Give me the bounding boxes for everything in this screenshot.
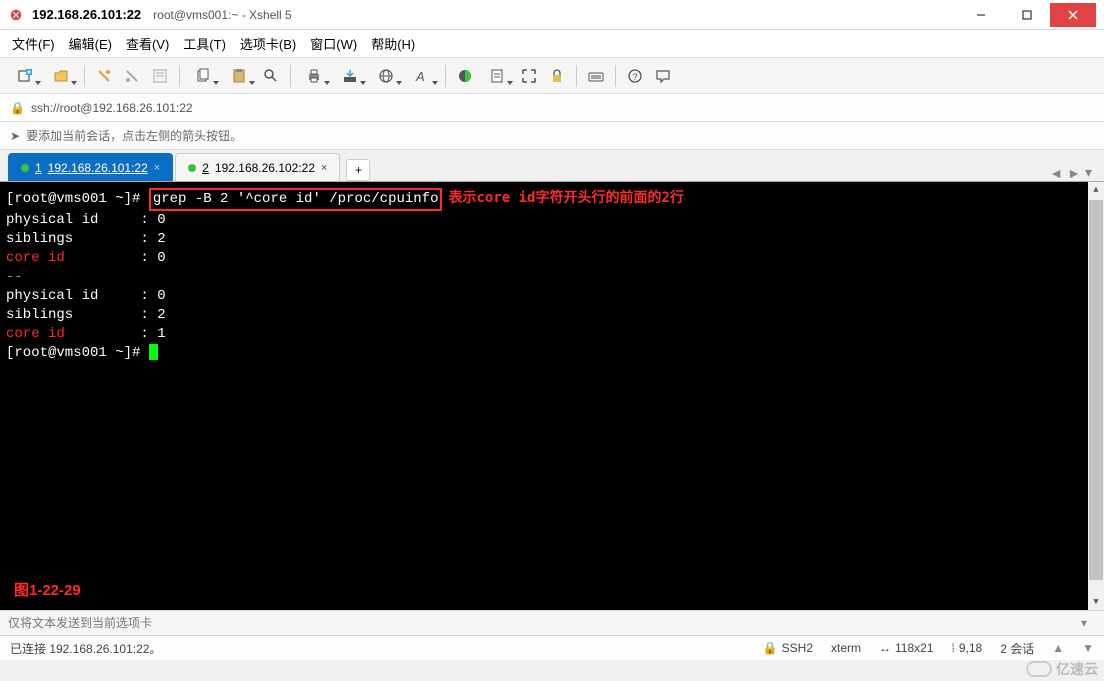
minimize-button[interactable] bbox=[958, 3, 1004, 27]
toolbar-separator bbox=[576, 65, 577, 87]
tab-menu-icon[interactable]: ▾ bbox=[1085, 164, 1092, 181]
find-button[interactable] bbox=[258, 63, 284, 89]
menu-window[interactable]: 窗口(W) bbox=[310, 34, 357, 53]
tab-bar: 1 192.168.26.101:22 × 2 192.168.26.102:2… bbox=[0, 150, 1104, 182]
svg-text:?: ? bbox=[633, 72, 638, 82]
title-bar: 192.168.26.101:22 root@vms001:~ - Xshell… bbox=[0, 0, 1104, 30]
tab-num: 2 bbox=[202, 161, 209, 175]
toolbar-separator bbox=[179, 65, 180, 87]
status-bar: 已连接 192.168.26.101:22。 🔒SSH2 xterm ↔118x… bbox=[0, 636, 1104, 660]
cursor-pos-icon: ⁞ bbox=[952, 641, 955, 655]
resize-icon: ↔ bbox=[879, 641, 891, 655]
new-session-button[interactable] bbox=[8, 63, 42, 89]
session-tab-2[interactable]: 2 192.168.26.102:22 × bbox=[175, 153, 340, 181]
arrow-icon[interactable]: ➤ bbox=[10, 129, 20, 143]
toolbar-separator bbox=[290, 65, 291, 87]
help-button[interactable]: ? bbox=[622, 63, 648, 89]
status-up-icon[interactable]: ▲ bbox=[1052, 641, 1064, 655]
terminal-output: physical id : 0siblings : 2core id : 0--… bbox=[6, 211, 1098, 344]
lock-icon: 🔒 bbox=[10, 101, 25, 115]
address-url: ssh://root@192.168.26.101:22 bbox=[31, 101, 193, 115]
color-scheme-button[interactable] bbox=[452, 63, 478, 89]
maximize-button[interactable] bbox=[1004, 3, 1050, 27]
send-input[interactable] bbox=[8, 616, 1072, 630]
keyboard-button[interactable] bbox=[583, 63, 609, 89]
command-highlight: grep -B 2 '^core id' /proc/cpuinfo bbox=[149, 188, 443, 211]
send-menu-icon[interactable]: ▾ bbox=[1072, 616, 1096, 630]
status-term-type: xterm bbox=[831, 641, 861, 655]
copy-button[interactable] bbox=[186, 63, 220, 89]
menu-help[interactable]: 帮助(H) bbox=[371, 34, 415, 53]
status-protocol: 🔒SSH2 bbox=[763, 641, 813, 655]
menu-tools[interactable]: 工具(T) bbox=[183, 34, 226, 53]
toolbar-separator bbox=[84, 65, 85, 87]
tab-num: 1 bbox=[35, 161, 42, 175]
scrollbar-thumb[interactable] bbox=[1089, 200, 1103, 580]
figure-label: 图1-22-29 bbox=[14, 581, 81, 600]
annotation: 表示core id字符开头行的前面的2行 bbox=[448, 190, 683, 206]
scroll-up-icon[interactable]: ▲ bbox=[1088, 182, 1104, 198]
scrollbar[interactable]: ▲ ▼ bbox=[1088, 182, 1104, 610]
tab-nav: ◄ ► ▾ bbox=[1049, 164, 1096, 181]
app-icon bbox=[8, 7, 24, 23]
menu-edit[interactable]: 编辑(E) bbox=[69, 34, 112, 53]
tab-prev-icon[interactable]: ◄ bbox=[1049, 165, 1063, 181]
status-size: ↔118x21 bbox=[879, 641, 933, 655]
reconnect-button[interactable] bbox=[91, 63, 117, 89]
script-button[interactable] bbox=[480, 63, 514, 89]
status-dot-icon bbox=[188, 164, 196, 172]
paste-button[interactable] bbox=[222, 63, 256, 89]
svg-text:A: A bbox=[415, 69, 425, 84]
toolbar: A ? bbox=[0, 58, 1104, 94]
status-connected: 已连接 192.168.26.101:22。 bbox=[10, 640, 745, 657]
toolbar-separator bbox=[445, 65, 446, 87]
close-button[interactable] bbox=[1050, 3, 1096, 27]
info-text: 要添加当前会话，点击左侧的箭头按钮。 bbox=[26, 127, 242, 144]
cursor-icon bbox=[149, 344, 158, 360]
print-button[interactable] bbox=[297, 63, 331, 89]
window-controls bbox=[958, 3, 1096, 27]
transfer-button[interactable] bbox=[333, 63, 367, 89]
scroll-down-icon[interactable]: ▼ bbox=[1088, 594, 1104, 610]
tab-close-icon[interactable]: × bbox=[154, 162, 160, 174]
window-title-ip: 192.168.26.101:22 bbox=[32, 7, 141, 22]
language-button[interactable] bbox=[369, 63, 403, 89]
address-bar[interactable]: 🔒 ssh://root@192.168.26.101:22 bbox=[0, 94, 1104, 122]
watermark-logo-icon bbox=[1026, 661, 1052, 677]
disconnect-button[interactable] bbox=[119, 63, 145, 89]
session-tab-1[interactable]: 1 192.168.26.101:22 × bbox=[8, 153, 173, 181]
send-bar: ▾ bbox=[0, 610, 1104, 636]
lock-button[interactable] bbox=[544, 63, 570, 89]
feedback-button[interactable] bbox=[650, 63, 676, 89]
lock-icon: 🔒 bbox=[763, 641, 778, 655]
properties-button[interactable] bbox=[147, 63, 173, 89]
toolbar-separator bbox=[615, 65, 616, 87]
prompt: [root@vms001 ~]# bbox=[6, 191, 149, 207]
fullscreen-button[interactable] bbox=[516, 63, 542, 89]
status-cursor: ⁞9,18 bbox=[952, 641, 983, 655]
tab-next-icon[interactable]: ► bbox=[1067, 165, 1081, 181]
add-tab-button[interactable]: + bbox=[346, 159, 370, 181]
tab-label: 192.168.26.101:22 bbox=[48, 161, 148, 175]
terminal[interactable]: [root@vms001 ~]# grep -B 2 '^core id' /p… bbox=[0, 182, 1104, 610]
window-title-sub: root@vms001:~ - Xshell 5 bbox=[153, 8, 292, 22]
prompt: [root@vms001 ~]# bbox=[6, 345, 149, 361]
status-sessions: 2 会话 bbox=[1000, 640, 1034, 657]
open-session-button[interactable] bbox=[44, 63, 78, 89]
menu-bar: 文件(F) 编辑(E) 查看(V) 工具(T) 选项卡(B) 窗口(W) 帮助(… bbox=[0, 30, 1104, 58]
status-dot-icon bbox=[21, 164, 29, 172]
menu-file[interactable]: 文件(F) bbox=[12, 34, 55, 53]
watermark: 亿速云 bbox=[1026, 659, 1098, 679]
status-down-icon[interactable]: ▼ bbox=[1082, 641, 1094, 655]
font-button[interactable]: A bbox=[405, 63, 439, 89]
menu-view[interactable]: 查看(V) bbox=[126, 34, 169, 53]
menu-tabs[interactable]: 选项卡(B) bbox=[240, 34, 296, 53]
info-bar: ➤ 要添加当前会话，点击左侧的箭头按钮。 bbox=[0, 122, 1104, 150]
tab-label: 192.168.26.102:22 bbox=[215, 161, 315, 175]
tab-close-icon[interactable]: × bbox=[321, 162, 327, 174]
